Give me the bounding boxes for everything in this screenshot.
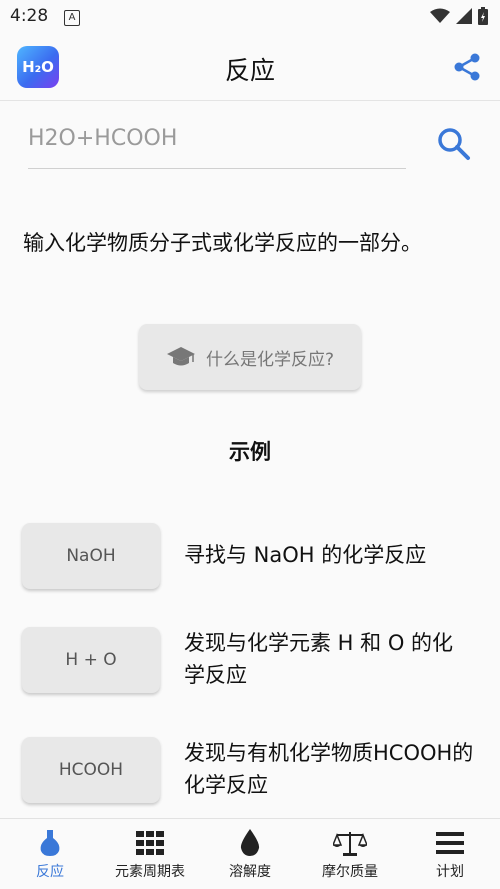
signal-icon <box>456 8 472 24</box>
scale-icon <box>333 832 367 856</box>
example-button-h-o[interactable]: H + O <box>22 627 160 693</box>
nav-periodic-table[interactable]: 元素周期表 <box>100 819 200 889</box>
example-text: 发现与化学元素 H 和 O 的化学反应 <box>184 631 454 687</box>
example-text: 发现与有机化学物质HCOOH的化学反应 <box>184 741 474 797</box>
bottom-nav: 反应 元素周期表 溶解度 摩尔质量 计划 <box>0 818 500 889</box>
examples-title: 示例 <box>229 440 271 464</box>
status-time: 4:28 <box>10 6 49 26</box>
example-button-naoh[interactable]: NaOH <box>22 523 160 589</box>
search-input[interactable] <box>28 122 406 155</box>
wifi-icon <box>430 8 450 23</box>
nav-label: 溶解度 <box>229 864 271 880</box>
nav-label: 元素周期表 <box>115 864 185 880</box>
search-icon[interactable] <box>436 126 472 162</box>
app-bar: H₂O 反应 <box>0 34 500 101</box>
search-field <box>28 122 406 169</box>
grid-icon <box>136 831 164 855</box>
drop-icon <box>240 829 260 856</box>
nav-reactions[interactable]: 反应 <box>0 819 100 889</box>
nav-plan[interactable]: 计划 <box>400 819 500 889</box>
what-is-reaction-button[interactable]: 什么是化学反应? <box>139 324 361 390</box>
example-button-hcooh[interactable]: HCOOH <box>22 737 160 803</box>
what-button-label: 什么是化学反应? <box>205 349 335 370</box>
nav-molar-mass[interactable]: 摩尔质量 <box>300 819 400 889</box>
menu-icon <box>436 832 464 854</box>
nav-solubility[interactable]: 溶解度 <box>200 819 300 889</box>
instruction-text: 输入化学物质分子式或化学反应的一部分。 <box>23 231 422 255</box>
nav-label: 摩尔质量 <box>322 864 378 880</box>
page-title: 反应 <box>224 56 275 85</box>
status-bar: 4:28 A <box>0 0 500 34</box>
graduation-cap-icon <box>166 347 195 366</box>
example-text: 寻找与 NaOH 的化学反应 <box>184 543 427 567</box>
nav-label: 计划 <box>436 864 464 880</box>
nav-label: 反应 <box>36 864 64 880</box>
flask-icon <box>40 830 60 856</box>
notification-icon: A <box>64 10 80 26</box>
share-icon[interactable] <box>452 52 482 82</box>
battery-icon <box>478 7 488 25</box>
status-icons <box>430 7 488 25</box>
